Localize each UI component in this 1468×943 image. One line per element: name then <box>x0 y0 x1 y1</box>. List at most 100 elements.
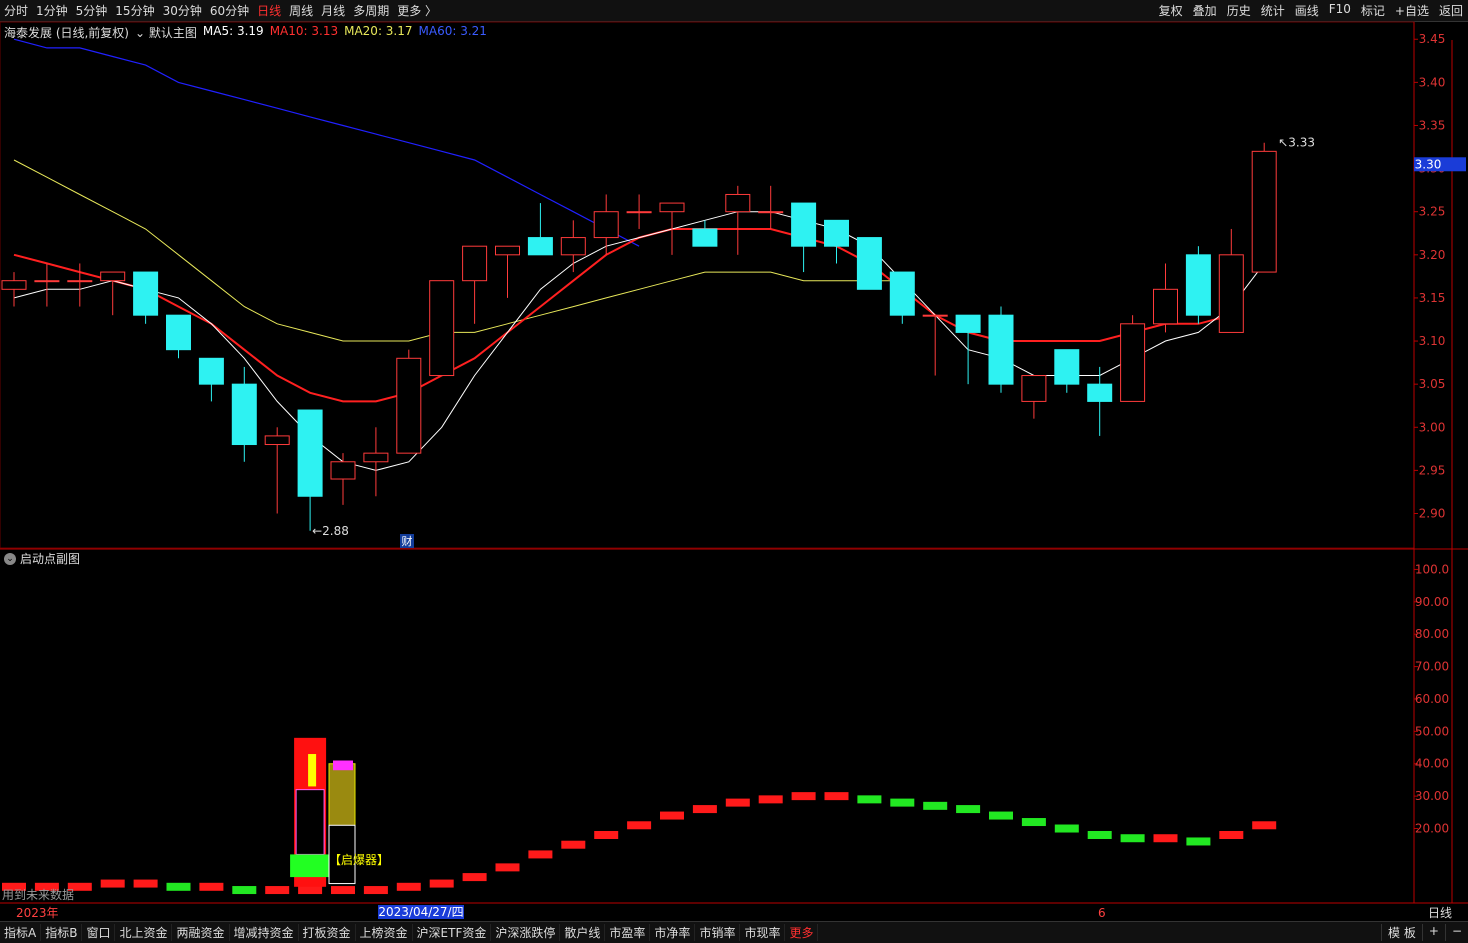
sub-label-6: 40.00 <box>1415 757 1449 771</box>
indicator-tab-13[interactable]: 市销率 <box>695 924 741 941</box>
indicator-tab-2[interactable]: 窗口 <box>82 924 116 941</box>
candle-body-10 <box>330 461 356 480</box>
timeline-period: 日线 <box>1428 906 1452 920</box>
price-label-1: 3.40 <box>1419 75 1446 89</box>
price-label-4: 3.25 <box>1419 205 1446 219</box>
sub-label-7: 30.00 <box>1415 789 1449 803</box>
candle-body-26 <box>856 237 882 290</box>
indicator-tab-5[interactable]: 增减持资金 <box>230 924 299 941</box>
signal-block-yellow <box>308 754 317 787</box>
candle-body-13 <box>429 280 455 377</box>
candle-body-7 <box>231 383 257 446</box>
future-data-note: 用到未来数据 <box>2 887 74 902</box>
candle-body-8 <box>264 435 290 446</box>
candle-body-2 <box>67 280 93 283</box>
signal-block-pink <box>333 760 353 771</box>
indicator-tab-14[interactable]: 市现率 <box>740 924 786 941</box>
sub-bar-26 <box>857 795 882 804</box>
fin-badge-label: 财 <box>402 534 413 548</box>
indicator-tab-10[interactable]: 散户线 <box>560 924 606 941</box>
bottom-tool-0[interactable]: 模 板 <box>1381 924 1422 941</box>
candle-body-17 <box>560 237 586 256</box>
sub-bar-22 <box>725 798 750 807</box>
sub-bar-25 <box>824 792 849 801</box>
price-label-6: 3.15 <box>1419 291 1446 305</box>
candle-body-38 <box>1251 150 1277 273</box>
indicator-tab-3[interactable]: 北上资金 <box>115 924 173 941</box>
candle-body-28 <box>922 314 948 317</box>
sub-bar-16 <box>528 850 553 859</box>
high-price-label: ↖3.33 <box>1278 136 1315 150</box>
price-label-9: 3.00 <box>1419 420 1446 434</box>
candle-body-33 <box>1087 383 1113 402</box>
candle-body-32 <box>1054 349 1080 385</box>
timeline-month: 6 <box>1098 906 1106 920</box>
candle-body-35 <box>1153 288 1178 325</box>
signal-box-magenta <box>295 789 325 855</box>
candle-body-9 <box>297 409 323 497</box>
candle-body-27 <box>889 271 915 316</box>
timeline-year: 2023年 <box>16 906 59 920</box>
indicator-tab-8[interactable]: 沪深ETF资金 <box>413 924 492 941</box>
candle-body-15 <box>495 245 520 256</box>
candle-body-34 <box>1120 323 1146 402</box>
price-label-0: 3.45 <box>1419 32 1446 46</box>
sub-bar-14 <box>462 873 487 882</box>
low-price-label: ←2.88 <box>312 524 349 538</box>
sub-bar-23 <box>758 795 783 804</box>
candle-body-0 <box>1 280 27 290</box>
candle-body-18 <box>593 211 619 239</box>
timeline-cursor-date: 2023/04/27/四 <box>378 905 463 919</box>
sub-bar-7 <box>232 886 257 895</box>
candle-body-4 <box>133 271 159 316</box>
candle-body-14 <box>462 245 488 282</box>
sub-bar-6 <box>199 882 224 891</box>
indicator-tab-12[interactable]: 市净率 <box>650 924 696 941</box>
candle-body-29 <box>955 314 981 333</box>
sub-bar-33 <box>1087 830 1112 839</box>
sub-bar-4 <box>133 879 158 888</box>
indicator-tab-15[interactable]: 更多 <box>785 924 819 941</box>
candle-body-24 <box>791 202 817 247</box>
sub-bar-12 <box>396 882 421 891</box>
sub-bar-28 <box>923 801 948 810</box>
price-label-7: 3.10 <box>1419 334 1446 348</box>
bottom-tool-1[interactable]: + <box>1421 924 1445 941</box>
price-label-10: 2.95 <box>1419 463 1446 477</box>
candle-body-37 <box>1218 254 1244 333</box>
sub-bar-35 <box>1153 834 1178 843</box>
sub-bar-9 <box>298 886 323 895</box>
indicator-tab-7[interactable]: 上榜资金 <box>356 924 413 941</box>
sub-bar-34 <box>1120 834 1145 843</box>
candle-body-25 <box>824 219 849 247</box>
indicator-tab-0[interactable]: 指标A <box>0 924 42 941</box>
sub-bar-29 <box>956 805 981 814</box>
indicator-tab-11[interactable]: 市盈率 <box>605 924 651 941</box>
candle-body-23 <box>758 211 784 214</box>
sub-bar-17 <box>561 840 586 849</box>
candle-body-3 <box>100 271 126 282</box>
indicator-tab-4[interactable]: 两融资金 <box>172 924 230 941</box>
indicator-tab-9[interactable]: 沪深涨跌停 <box>491 924 561 941</box>
sub-label-2: 80.00 <box>1415 627 1449 641</box>
sub-bar-20 <box>660 811 684 820</box>
indicator-tab-1[interactable]: 指标B <box>41 924 83 941</box>
chart-canvas[interactable]: 3.45 3.40 3.35 3.30 3.25 3.20 3.15 3.10 3.05 3.00… <box>0 0 1468 943</box>
price-label-8: 3.05 <box>1419 377 1446 391</box>
sub-bar-18 <box>594 830 619 839</box>
candle-body-6 <box>198 357 224 385</box>
price-label-11: 2.90 <box>1419 507 1446 521</box>
sub-label-4: 60.00 <box>1415 692 1449 706</box>
price-label-5: 3.20 <box>1419 248 1446 262</box>
launch-signal-label: 【启爆器】 <box>329 853 389 867</box>
sub-bar-11 <box>363 886 388 895</box>
indicator-tab-6[interactable]: 打板资金 <box>299 924 356 941</box>
sub-bar-31 <box>1021 818 1046 827</box>
candle-body-22 <box>725 193 751 213</box>
sub-bar-32 <box>1054 824 1079 833</box>
sub-bar-19 <box>627 821 652 830</box>
sub-bar-8 <box>265 886 290 895</box>
bottom-tool-2[interactable]: − <box>1444 924 1468 941</box>
sub-bar-38 <box>1252 821 1277 830</box>
current-price-label: 3.30 <box>1415 157 1442 171</box>
